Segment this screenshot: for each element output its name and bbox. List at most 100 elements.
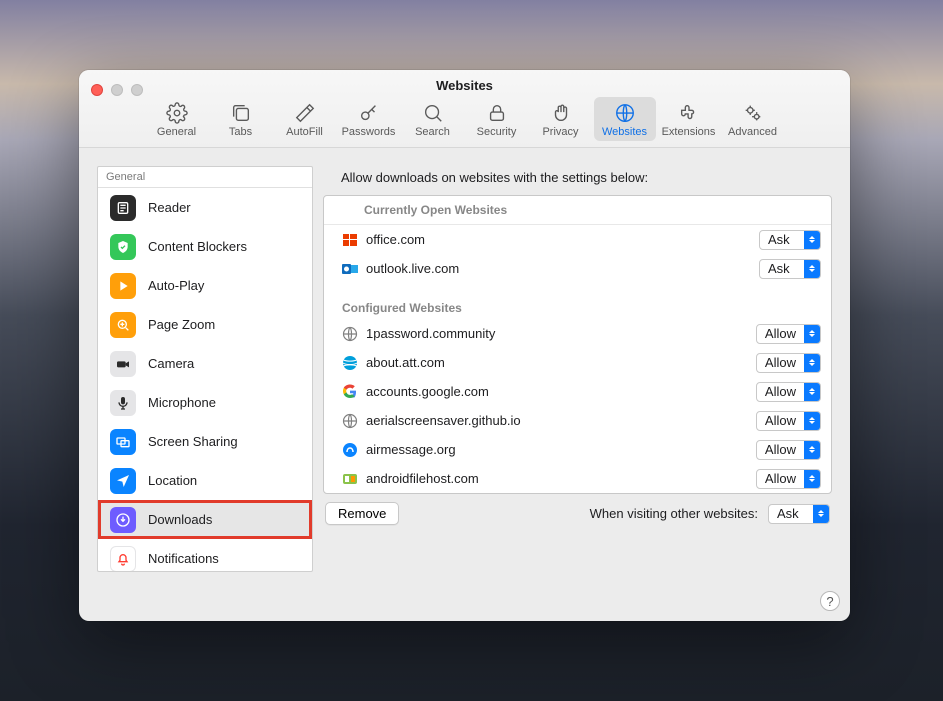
- site-row[interactable]: outlook.live.com Ask: [324, 254, 831, 283]
- site-row[interactable]: aerialscreensaver.github.io Allow: [324, 406, 831, 435]
- chevron-updown-icon: [813, 505, 829, 523]
- dropdown-value: Allow: [757, 413, 804, 428]
- site-name: about.att.com: [366, 355, 756, 370]
- chevron-updown-icon: [804, 260, 820, 278]
- outlook-icon: [342, 261, 358, 277]
- site-name: airmessage.org: [366, 442, 756, 457]
- site-row[interactable]: accounts.google.com Allow: [324, 377, 831, 406]
- site-row[interactable]: 1password.community Allow: [324, 319, 831, 348]
- dropdown-value: Ask: [769, 506, 813, 521]
- search-icon: [422, 102, 444, 124]
- configured-websites-header: Configured Websites: [324, 283, 831, 319]
- bell-icon: [110, 546, 136, 572]
- permission-dropdown[interactable]: Allow: [756, 469, 821, 489]
- toolbar-tabs[interactable]: Tabs: [210, 97, 272, 141]
- sidebar: General Reader Content Blockers: [97, 166, 313, 572]
- toolbar-search[interactable]: Search: [402, 97, 464, 141]
- hand-icon: [550, 102, 572, 124]
- toolbar-passwords[interactable]: Passwords: [338, 97, 400, 141]
- permission-dropdown[interactable]: Allow: [756, 353, 821, 373]
- toolbar-privacy[interactable]: Privacy: [530, 97, 592, 141]
- toolbar-security[interactable]: Security: [466, 97, 528, 141]
- site-name: androidfilehost.com: [366, 471, 756, 486]
- sidebar-item-location[interactable]: Location: [98, 461, 312, 500]
- window-controls: [91, 84, 143, 96]
- sidebar-item-notifications[interactable]: Notifications: [98, 539, 312, 571]
- sidebar-item-camera[interactable]: Camera: [98, 344, 312, 383]
- toolbar-general[interactable]: General: [146, 97, 208, 141]
- zoom-icon: [110, 312, 136, 338]
- permission-dropdown[interactable]: Allow: [756, 382, 821, 402]
- toolbar-autofill[interactable]: AutoFill: [274, 97, 336, 141]
- preferences-window: Websites General Tabs AutoFill Passwords…: [79, 70, 850, 621]
- sidebar-item-reader[interactable]: Reader: [98, 188, 312, 227]
- permission-dropdown[interactable]: Ask: [759, 259, 821, 279]
- dropdown-value: Allow: [757, 326, 804, 341]
- sidebar-item-autoplay[interactable]: Auto-Play: [98, 266, 312, 305]
- sidebar-header: General: [98, 167, 312, 188]
- permission-dropdown[interactable]: Allow: [756, 440, 821, 460]
- toolbar-advanced[interactable]: Advanced: [722, 97, 784, 141]
- permission-dropdown[interactable]: Allow: [756, 411, 821, 431]
- shield-icon: [110, 234, 136, 260]
- preferences-toolbar: General Tabs AutoFill Passwords Search S…: [146, 97, 784, 141]
- globe-icon: [342, 413, 358, 429]
- site-row[interactable]: office.com Ask: [324, 225, 831, 254]
- gears-icon: [742, 102, 764, 124]
- site-row[interactable]: androidfilehost.com Allow: [324, 464, 831, 493]
- sidebar-item-label: Page Zoom: [148, 317, 215, 332]
- other-websites-control: When visiting other websites: Ask: [590, 504, 830, 524]
- pencil-icon: [294, 102, 316, 124]
- other-websites-dropdown[interactable]: Ask: [768, 504, 830, 524]
- dropdown-value: Ask: [760, 232, 804, 247]
- window-title: Websites: [436, 78, 493, 93]
- dropdown-value: Allow: [757, 355, 804, 370]
- sidebar-item-contentblockers[interactable]: Content Blockers: [98, 227, 312, 266]
- sidebar-item-label: Reader: [148, 200, 191, 215]
- open-websites-header: Currently Open Websites: [324, 196, 831, 225]
- toolbar-label: Advanced: [728, 126, 777, 138]
- sidebar-item-pagezoom[interactable]: Page Zoom: [98, 305, 312, 344]
- zoom-window-button[interactable]: [131, 84, 143, 96]
- dropdown-value: Allow: [757, 384, 804, 399]
- screens-icon: [110, 429, 136, 455]
- sidebar-item-screensharing[interactable]: Screen Sharing: [98, 422, 312, 461]
- minimize-window-button[interactable]: [111, 84, 123, 96]
- chevron-updown-icon: [804, 470, 820, 488]
- mic-icon: [110, 390, 136, 416]
- dropdown-value: Allow: [757, 442, 804, 457]
- air-icon: [342, 442, 358, 458]
- toolbar-label: Tabs: [229, 126, 252, 138]
- toolbar-label: Websites: [602, 126, 647, 138]
- window-body: General Reader Content Blockers: [79, 148, 850, 621]
- sidebar-item-label: Downloads: [148, 512, 212, 527]
- sidebar-item-label: Auto-Play: [148, 278, 204, 293]
- sidebar-item-microphone[interactable]: Microphone: [98, 383, 312, 422]
- remove-button[interactable]: Remove: [325, 502, 399, 525]
- site-row[interactable]: about.att.com Allow: [324, 348, 831, 377]
- sidebar-item-label: Microphone: [148, 395, 216, 410]
- site-name: 1password.community: [366, 326, 756, 341]
- site-name: aerialscreensaver.github.io: [366, 413, 756, 428]
- permission-dropdown[interactable]: Allow: [756, 324, 821, 344]
- site-name: accounts.google.com: [366, 384, 756, 399]
- toolbar-extensions[interactable]: Extensions: [658, 97, 720, 141]
- toolbar-websites[interactable]: Websites: [594, 97, 656, 141]
- help-button[interactable]: ?: [820, 591, 840, 611]
- close-window-button[interactable]: [91, 84, 103, 96]
- permission-dropdown[interactable]: Ask: [759, 230, 821, 250]
- tabs-icon: [230, 102, 252, 124]
- sidebar-item-downloads[interactable]: Downloads: [98, 500, 312, 539]
- globe-icon: [614, 102, 636, 124]
- chevron-updown-icon: [804, 231, 820, 249]
- dropdown-value: Allow: [757, 471, 804, 486]
- site-row[interactable]: airmessage.org Allow: [324, 435, 831, 464]
- other-websites-label: When visiting other websites:: [590, 506, 758, 521]
- att-icon: [342, 355, 358, 371]
- toolbar-label: Passwords: [342, 126, 396, 138]
- toolbar-label: Security: [477, 126, 517, 138]
- gear-icon: [166, 102, 188, 124]
- reader-icon: [110, 195, 136, 221]
- play-icon: [110, 273, 136, 299]
- site-name: outlook.live.com: [366, 261, 759, 276]
